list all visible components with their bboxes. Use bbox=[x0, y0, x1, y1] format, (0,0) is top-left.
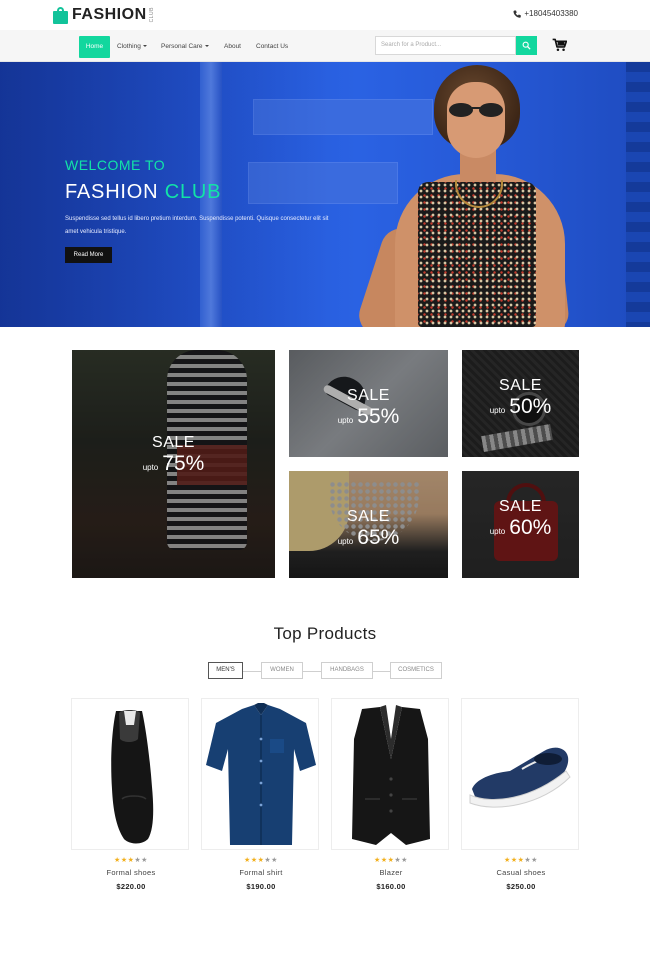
section-title: Top Products bbox=[273, 624, 377, 643]
sale-upto: upto bbox=[337, 537, 354, 546]
sale-label: SALE bbox=[499, 377, 542, 394]
sale-label: SALE bbox=[152, 434, 195, 451]
rating-stars: ★★★★★ bbox=[331, 856, 451, 864]
nav-contact-label: Contact Us bbox=[256, 43, 289, 50]
hero-title: FASHION CLUB bbox=[65, 181, 221, 204]
nav-home[interactable]: Home bbox=[79, 36, 110, 58]
star-icon: ★ bbox=[510, 857, 518, 864]
star-icon: ★ bbox=[244, 857, 251, 864]
tab-women[interactable]: WOMEN bbox=[261, 662, 303, 679]
sale-percent: 75% bbox=[162, 452, 205, 475]
sale-tile-50[interactable]: SALE upto 50% bbox=[462, 350, 579, 457]
star-icon: ★ bbox=[504, 857, 511, 864]
sale-upto: upto bbox=[489, 527, 506, 536]
product-price: $250.00 bbox=[506, 882, 536, 891]
vest-icon bbox=[352, 705, 430, 845]
sale-upto: upto bbox=[142, 463, 159, 472]
product-image[interactable] bbox=[461, 698, 579, 850]
nav-about[interactable]: About bbox=[220, 36, 245, 58]
sale-percent: 50% bbox=[509, 395, 552, 418]
sale-tile-55[interactable]: SALE upto 55% bbox=[289, 350, 448, 457]
product-card[interactable]: ★★★★★ Blazer $160.00 bbox=[331, 698, 451, 891]
chevron-down-icon bbox=[204, 45, 209, 48]
star-icon: ★ bbox=[141, 857, 148, 864]
rating-stars: ★★★★★ bbox=[201, 856, 321, 864]
product-price: $220.00 bbox=[116, 882, 146, 891]
sale-percent: 65% bbox=[357, 526, 400, 549]
hero-title-main: FASHION bbox=[65, 181, 159, 203]
hero-title-accent: CLUB bbox=[164, 181, 222, 203]
chevron-down-icon bbox=[142, 45, 147, 48]
product-name[interactable]: Formal shoes bbox=[71, 868, 191, 877]
top-bar: FASHION CLUB +18045403380 bbox=[0, 0, 650, 30]
nav-about-label: About bbox=[224, 43, 241, 50]
formal-shoe-icon bbox=[111, 710, 154, 844]
search-icon bbox=[522, 41, 531, 50]
product-image[interactable] bbox=[331, 698, 449, 850]
nav-personal-care-label: Personal Care bbox=[161, 43, 203, 50]
star-icon: ★ bbox=[380, 857, 388, 864]
star-icon: ★ bbox=[374, 857, 381, 864]
shirt-icon bbox=[206, 703, 316, 845]
nav-personal-care[interactable]: Personal Care bbox=[157, 36, 213, 58]
brand-logo[interactable]: FASHION CLUB bbox=[53, 4, 155, 26]
sale-label: SALE bbox=[347, 387, 390, 404]
sale-upto: upto bbox=[337, 416, 354, 425]
product-price: $160.00 bbox=[376, 882, 406, 891]
product-name[interactable]: Casual shoes bbox=[461, 868, 581, 877]
product-card[interactable]: ★★★★★ Casual shoes $250.00 bbox=[461, 698, 581, 891]
sunglasses-icon bbox=[449, 103, 503, 117]
hero-description: Suspendisse sed tellus id libero pretium… bbox=[65, 216, 329, 235]
star-icon: ★ bbox=[250, 857, 258, 864]
star-icon: ★ bbox=[120, 857, 128, 864]
sale-percent: 55% bbox=[357, 405, 400, 428]
product-card[interactable]: ★★★★★ Formal shirt $190.00 bbox=[201, 698, 321, 891]
sale-tile-65[interactable]: SALE upto 65% bbox=[289, 471, 448, 578]
product-card[interactable]: ★★★★★ Formal shoes $220.00 bbox=[71, 698, 191, 891]
sale-label: SALE bbox=[499, 498, 542, 515]
shopping-bag-icon bbox=[53, 6, 68, 24]
sale-label: SALE bbox=[347, 508, 390, 525]
search-placeholder: Search for a Product... bbox=[381, 42, 442, 48]
contact-phone[interactable]: +18045403380 bbox=[513, 9, 578, 18]
rating-stars: ★★★★★ bbox=[461, 856, 581, 864]
product-name[interactable]: Formal shirt bbox=[201, 868, 321, 877]
nav-clothing-label: Clothing bbox=[117, 43, 141, 50]
star-icon: ★ bbox=[271, 857, 278, 864]
sale-percent: 60% bbox=[509, 516, 552, 539]
product-tabs: MEN'S WOMEN HANDBAGS COSMETICS bbox=[208, 662, 442, 680]
product-price: $190.00 bbox=[246, 882, 276, 891]
sale-upto: upto bbox=[489, 406, 506, 415]
star-icon: ★ bbox=[114, 857, 121, 864]
search-button[interactable] bbox=[516, 36, 537, 55]
phone-icon bbox=[513, 10, 522, 18]
hero-kicker: WELCOME TO bbox=[65, 157, 166, 173]
nav-home-label: Home bbox=[85, 43, 104, 50]
tab-mens[interactable]: MEN'S bbox=[208, 662, 243, 679]
tab-cosmetics[interactable]: COSMETICS bbox=[390, 662, 442, 679]
sneaker-icon bbox=[469, 747, 571, 808]
sale-tile-60[interactable]: SALE upto 60% bbox=[462, 471, 579, 578]
tab-handbags[interactable]: HANDBAGS bbox=[321, 662, 373, 679]
star-icon: ★ bbox=[401, 857, 408, 864]
nav-clothing[interactable]: Clothing bbox=[113, 36, 151, 58]
product-name[interactable]: Blazer bbox=[331, 868, 451, 877]
product-image[interactable] bbox=[71, 698, 189, 850]
product-image[interactable] bbox=[201, 698, 319, 850]
brand-name: FASHION bbox=[72, 6, 147, 23]
rating-stars: ★★★★★ bbox=[71, 856, 191, 864]
sale-tile-75[interactable]: SALE upto 75% bbox=[72, 350, 275, 578]
phone-number: +18045403380 bbox=[524, 9, 578, 18]
brand-sub: CLUB bbox=[148, 7, 155, 23]
search-input[interactable]: Search for a Product... bbox=[375, 36, 516, 55]
cart-icon[interactable] bbox=[552, 38, 568, 52]
nav-contact[interactable]: Contact Us bbox=[252, 36, 292, 58]
read-more-button[interactable]: Read More bbox=[65, 247, 112, 263]
star-icon: ★ bbox=[531, 857, 538, 864]
